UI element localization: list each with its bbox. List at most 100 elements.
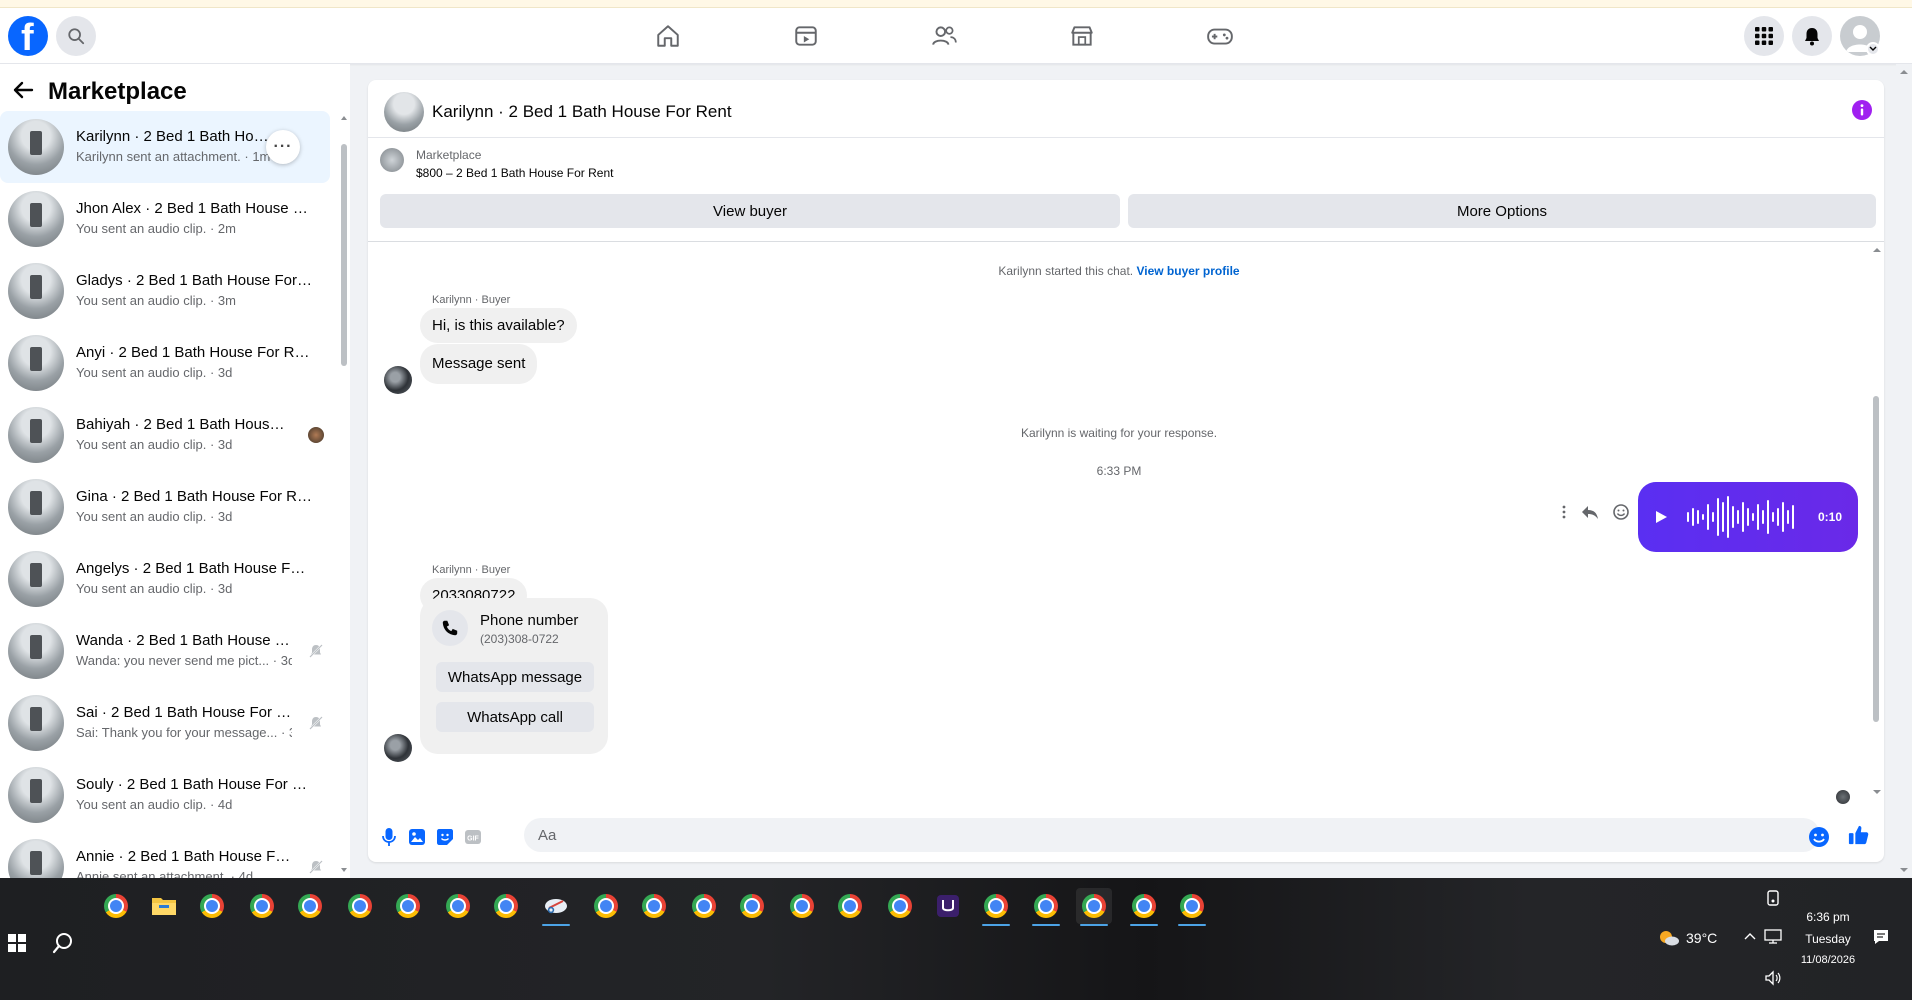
nav-video[interactable] xyxy=(790,20,822,52)
nav-friends[interactable] xyxy=(928,20,960,52)
nav-marketplace[interactable] xyxy=(1066,20,1098,52)
account-dropdown[interactable] xyxy=(1866,42,1880,56)
taskbar-chrome[interactable] xyxy=(734,888,770,924)
sidebar-scroll-thumb[interactable] xyxy=(341,144,347,366)
taskbar-chrome[interactable] xyxy=(588,888,624,924)
chat-avatar[interactable] xyxy=(384,92,424,132)
taskbar-chrome[interactable] xyxy=(784,888,820,924)
taskbar-chrome[interactable] xyxy=(978,888,1014,926)
message-actions xyxy=(1560,502,1630,522)
taskbar-chrome[interactable] xyxy=(194,888,230,924)
incoming-message[interactable]: Hi, is this available? xyxy=(420,308,577,343)
conversation-item[interactable]: Bahiyah · 2 Bed 1 Bath House For Rent Yo… xyxy=(0,399,330,471)
listing-title[interactable]: $800 – 2 Bed 1 Bath House For Rent xyxy=(416,166,613,180)
taskbar-chrome[interactable] xyxy=(440,888,476,924)
network-status[interactable] xyxy=(1764,928,1782,944)
taskbar-chrome[interactable] xyxy=(882,888,918,924)
volume-control[interactable] xyxy=(1764,970,1782,986)
conversation-item[interactable]: Karilynn · 2 Bed 1 Bath House For Rent K… xyxy=(0,111,330,183)
taskbar-chrome[interactable] xyxy=(1126,888,1162,926)
taskbar-widget-icon[interactable] xyxy=(1766,890,1780,906)
conversation-item[interactable]: Sai · 2 Bed 1 Bath House For Rent Sai: T… xyxy=(0,687,330,759)
muted-bell-icon xyxy=(308,643,324,659)
taskbar-chrome[interactable] xyxy=(832,888,868,924)
conversation-info-button[interactable] xyxy=(1852,100,1872,120)
emoji-button[interactable] xyxy=(1808,826,1830,848)
taskbar-chrome[interactable] xyxy=(636,888,672,924)
sticker-button[interactable] xyxy=(434,826,456,848)
chrome-icon xyxy=(298,894,322,918)
reply-icon[interactable] xyxy=(1581,504,1599,520)
scroll-down-icon xyxy=(1900,868,1908,872)
conversation-item[interactable]: Jhon Alex · 2 Bed 1 Bath House For Rent … xyxy=(0,183,330,255)
chat-title[interactable]: Karilynn · 2 Bed 1 Bath House For Rent xyxy=(432,102,732,122)
listing-thumbnail xyxy=(8,119,64,175)
taskbar-chrome[interactable] xyxy=(1174,888,1210,926)
buyer-avatar[interactable] xyxy=(384,734,412,762)
notifications-button[interactable] xyxy=(1792,16,1832,56)
chrome-icon xyxy=(396,894,420,918)
conversation-name: Angelys · 2 Bed 1 Bath House For Rent xyxy=(76,560,312,577)
windows-logo-icon xyxy=(8,934,26,952)
conversation-item[interactable]: Annie · 2 Bed 1 Bath House For Rent Anni… xyxy=(0,831,330,878)
scroll-down-icon xyxy=(1873,790,1881,794)
taskbar-chrome[interactable] xyxy=(1028,888,1064,926)
conversation-item[interactable]: Wanda · 2 Bed 1 Bath House For Rent Wand… xyxy=(0,615,330,687)
conversation-item[interactable]: Angelys · 2 Bed 1 Bath House For Rent Yo… xyxy=(0,543,330,615)
thread-scrollbar[interactable] xyxy=(1870,242,1884,812)
read-receipt-avatar xyxy=(1836,790,1850,804)
notification-center[interactable] xyxy=(1872,928,1890,946)
more-dots-icon: ··· xyxy=(273,138,293,155)
conversation-item[interactable]: Gina · 2 Bed 1 Bath House For Rent You s… xyxy=(0,471,330,543)
view-buyer-profile-link[interactable]: View buyer profile xyxy=(1136,264,1239,278)
message-input[interactable] xyxy=(524,818,1820,852)
taskbar-chrome[interactable] xyxy=(292,888,328,924)
taskbar-chrome-active[interactable] xyxy=(1076,888,1112,926)
facebook-logo[interactable]: f xyxy=(8,16,48,59)
taskbar-file-explorer[interactable] xyxy=(146,888,182,924)
audio-message[interactable]: 0:10 xyxy=(1638,482,1858,552)
emoji-reaction-icon[interactable] xyxy=(1612,503,1630,521)
taskbar-chrome[interactable] xyxy=(686,888,722,924)
buyer-avatar[interactable] xyxy=(384,366,412,394)
chrome-icon xyxy=(494,894,518,918)
nav-gaming[interactable] xyxy=(1204,20,1236,52)
taskbar-clock[interactable]: 6:36 pm Tuesday 11/08/2026 xyxy=(1798,910,1858,966)
conversation-item[interactable]: Gladys · 2 Bed 1 Bath House For Rent You… xyxy=(0,255,330,327)
nav-home[interactable] xyxy=(652,20,684,52)
audio-duration: 0:10 xyxy=(1817,510,1842,524)
show-hidden-icons[interactable] xyxy=(1744,932,1756,940)
taskbar-chrome[interactable] xyxy=(244,888,280,924)
gif-button[interactable]: GIF xyxy=(462,826,484,848)
listing-thumb xyxy=(380,148,404,172)
taskbar-chrome[interactable] xyxy=(488,888,524,924)
conversation-item[interactable]: Anyi · 2 Bed 1 Bath House For Rent You s… xyxy=(0,327,330,399)
taskbar-chrome[interactable] xyxy=(98,888,134,924)
taskbar-app[interactable] xyxy=(930,888,966,924)
taskbar-chrome[interactable] xyxy=(342,888,378,924)
view-buyer-button[interactable]: View buyer xyxy=(380,194,1120,228)
search-button[interactable] xyxy=(56,16,96,56)
play-icon[interactable] xyxy=(1654,510,1668,524)
menu-button[interactable] xyxy=(1744,16,1784,56)
page-scrollbar[interactable] xyxy=(1896,64,1912,878)
thread-scroll-thumb[interactable] xyxy=(1873,396,1879,722)
whatsapp-message-button[interactable]: WhatsApp message xyxy=(436,662,594,692)
start-button[interactable] xyxy=(8,934,26,952)
chrome-icon xyxy=(888,894,912,918)
incoming-message[interactable]: Message sent xyxy=(420,344,538,384)
attach-photo-button[interactable] xyxy=(406,826,428,848)
back-button[interactable] xyxy=(12,80,34,100)
voice-clip-button[interactable] xyxy=(378,826,400,848)
taskbar-search-button[interactable] xyxy=(52,932,74,954)
whatsapp-call-button[interactable]: WhatsApp call xyxy=(436,702,594,732)
sidebar-scrollbar[interactable] xyxy=(340,114,348,874)
taskbar-snipping-tool[interactable] xyxy=(538,888,574,926)
more-vertical-icon[interactable] xyxy=(1560,504,1568,520)
like-button[interactable] xyxy=(1848,824,1870,846)
more-options-button[interactable]: More Options xyxy=(1128,194,1876,228)
conversation-item[interactable]: Souly · 2 Bed 1 Bath House For Rent You … xyxy=(0,759,330,831)
bell-icon xyxy=(1805,28,1819,46)
taskbar-chrome[interactable] xyxy=(390,888,426,924)
more-options-button[interactable]: ··· xyxy=(266,130,300,164)
